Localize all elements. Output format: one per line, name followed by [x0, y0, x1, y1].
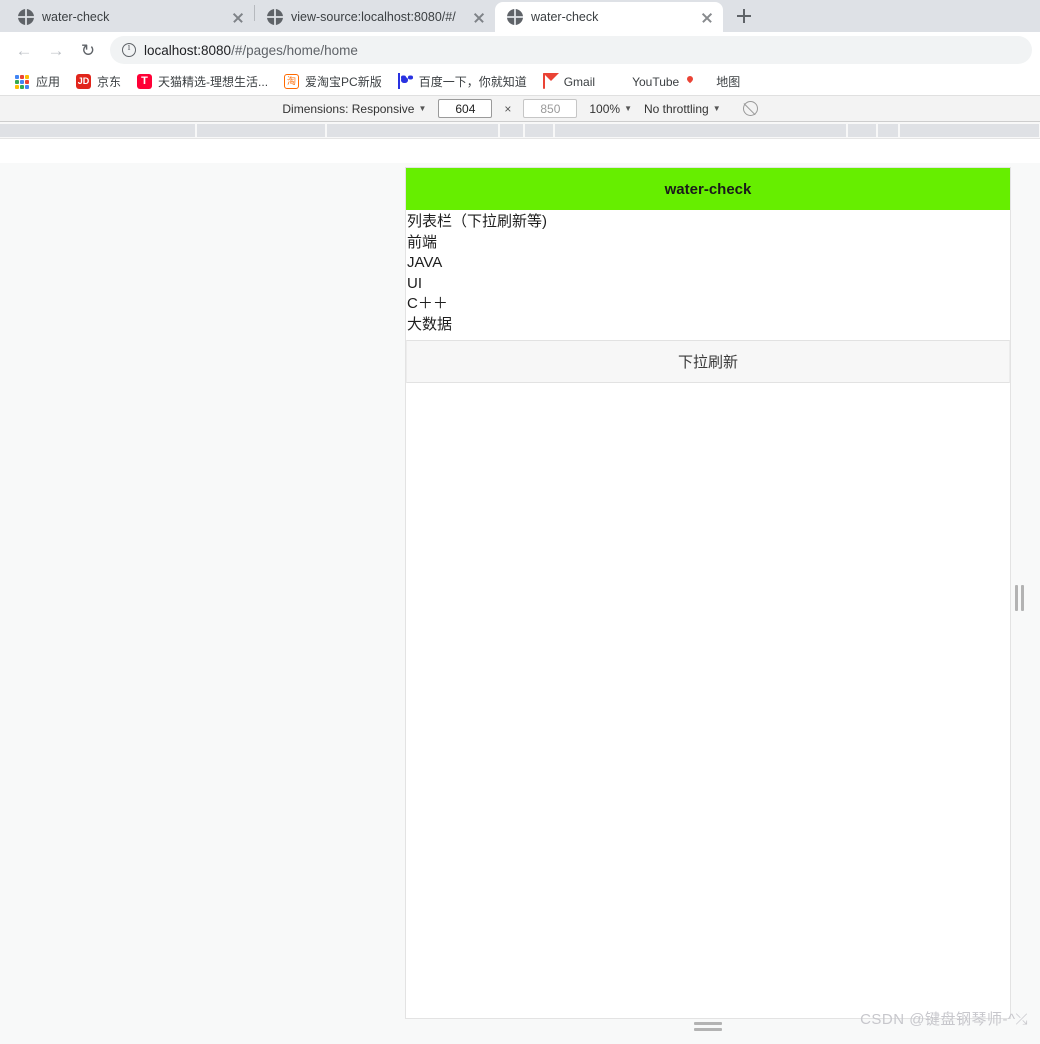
- google-maps-icon: [695, 74, 711, 90]
- reload-button[interactable]: ↻: [72, 34, 104, 66]
- bookmarks-bar: 应用 JD 京东 T 天猫精选-理想生活... 淘 爱淘宝PC新版 百度一下，你…: [0, 68, 1040, 96]
- media-query-segment[interactable]: [525, 124, 554, 137]
- tmall-icon: T: [137, 73, 153, 90]
- tab-strip: water-check view-source:localhost:8080/#…: [0, 0, 1040, 32]
- close-icon[interactable]: [471, 9, 487, 25]
- browser-tab-2[interactable]: view-source:localhost:8080/#/: [255, 2, 495, 32]
- bookmark-youtube[interactable]: YouTube: [604, 71, 686, 93]
- list-item[interactable]: 大数据: [406, 315, 1010, 336]
- throttling-dropdown[interactable]: No throttling ▼: [644, 102, 721, 116]
- close-icon[interactable]: [230, 9, 246, 25]
- bookmark-tmall[interactable]: T 天猫精选-理想生活...: [130, 70, 275, 93]
- bookmark-gmail[interactable]: Gmail: [536, 71, 602, 93]
- list-item[interactable]: JAVA: [406, 253, 1010, 274]
- bookmark-label: 天猫精选-理想生活...: [158, 75, 269, 89]
- bookmark-taobao[interactable]: 淘 爱淘宝PC新版: [277, 70, 389, 93]
- bookmark-apps[interactable]: 应用: [8, 70, 67, 93]
- list-item[interactable]: 前端: [406, 233, 1010, 254]
- pull-refresh-button[interactable]: 下拉刷新: [406, 340, 1010, 383]
- width-input[interactable]: 604: [438, 99, 493, 118]
- list-item[interactable]: C＋＋: [406, 294, 1010, 315]
- tab-title: view-source:localhost:8080/#/: [291, 10, 456, 24]
- chevron-down-icon: ▼: [712, 104, 721, 113]
- bookmark-label: YouTube: [632, 74, 680, 89]
- throttling-label: No throttling: [644, 101, 709, 116]
- media-query-ruler: [0, 122, 1040, 139]
- globe-icon: [507, 9, 523, 25]
- media-query-segment[interactable]: [0, 124, 196, 137]
- media-query-segment[interactable]: [500, 124, 524, 137]
- bookmark-baidu[interactable]: 百度一下，你就知道: [391, 70, 534, 93]
- gmail-icon: [542, 72, 559, 90]
- browser-toolbar: ← → ↻ localhost:8080/#/pages/home/home: [0, 32, 1040, 68]
- chevron-down-icon: ▼: [418, 104, 427, 113]
- resize-handle-right[interactable]: [1014, 583, 1024, 613]
- baidu-icon: [397, 72, 414, 90]
- globe-icon: [18, 9, 34, 25]
- jd-icon: JD: [76, 73, 92, 90]
- info-circle-icon[interactable]: [122, 42, 136, 57]
- bookmark-label: Gmail: [563, 74, 596, 89]
- tab-title: water-check: [531, 10, 599, 24]
- page-title: water-check: [664, 180, 752, 198]
- media-query-segment[interactable]: [900, 124, 1040, 137]
- bookmark-label: 爱淘宝PC新版: [305, 75, 382, 89]
- youtube-icon: [611, 74, 627, 90]
- times-symbol: ×: [504, 101, 512, 116]
- list-item[interactable]: UI: [406, 274, 1010, 295]
- back-button[interactable]: ←: [8, 34, 40, 66]
- zoom-dropdown[interactable]: 100% ▼: [589, 102, 632, 116]
- emulated-viewport: water-check 列表栏（下拉刷新等) 前端 JAVA UI C＋＋ 大数据 下拉刷…: [406, 168, 1010, 1018]
- apps-grid-icon: [15, 74, 31, 90]
- new-tab-button[interactable]: [729, 1, 759, 31]
- bookmark-maps[interactable]: 地图: [688, 70, 747, 93]
- watermark: CSDN @键盘钢琴师-^⤰: [860, 1011, 1028, 1028]
- browser-window: water-check view-source:localhost:8080/#…: [0, 0, 1040, 1044]
- bookmark-label: 应用: [36, 75, 61, 89]
- pull-refresh-label: 下拉刷新: [677, 354, 738, 371]
- topic-list: 列表栏（下拉刷新等) 前端 JAVA UI C＋＋ 大数据: [406, 210, 1010, 335]
- bookmark-label: 地图: [716, 75, 741, 89]
- url-host: localhost:8080: [144, 42, 232, 58]
- taobao-icon: 淘: [284, 73, 300, 90]
- dimensions-dropdown[interactable]: Dimensions: Responsive ▼: [282, 102, 426, 116]
- list-item[interactable]: 列表栏（下拉刷新等): [406, 212, 1010, 233]
- bookmark-jd[interactable]: JD 京东: [69, 70, 128, 93]
- media-query-segment[interactable]: [197, 124, 326, 137]
- dimensions-label: Dimensions: Responsive: [282, 101, 415, 116]
- height-input[interactable]: 850: [523, 99, 578, 118]
- devtools-stage: water-check 列表栏（下拉刷新等) 前端 JAVA UI C＋＋ 大数据 下拉刷…: [0, 163, 1040, 1044]
- resize-handle-bottom[interactable]: [693, 1021, 723, 1031]
- device-toolbar: Dimensions: Responsive ▼ 604 × 850 100% …: [0, 96, 1040, 122]
- media-query-segment[interactable]: [878, 124, 899, 137]
- close-icon[interactable]: [699, 9, 715, 25]
- url-text: localhost:8080/#/pages/home/home: [144, 43, 358, 58]
- address-bar[interactable]: localhost:8080/#/pages/home/home: [110, 36, 1032, 64]
- forward-button[interactable]: →: [40, 34, 72, 66]
- no-throttling-icon[interactable]: [742, 101, 758, 116]
- chevron-down-icon: ▼: [624, 104, 632, 113]
- media-query-segment[interactable]: [327, 124, 499, 137]
- bookmark-label: 京东: [97, 75, 122, 89]
- app-header: water-check: [406, 168, 1010, 210]
- media-query-segment[interactable]: [848, 124, 877, 137]
- browser-tab-3[interactable]: water-check: [495, 2, 723, 32]
- tab-title: water-check: [42, 10, 110, 24]
- bookmark-label: 百度一下，你就知道: [418, 75, 527, 89]
- zoom-label: 100%: [589, 101, 621, 116]
- media-query-segment[interactable]: [555, 124, 847, 137]
- url-path: /#/pages/home/home: [231, 42, 358, 58]
- globe-icon: [267, 9, 283, 25]
- browser-tab-1[interactable]: water-check: [6, 2, 254, 32]
